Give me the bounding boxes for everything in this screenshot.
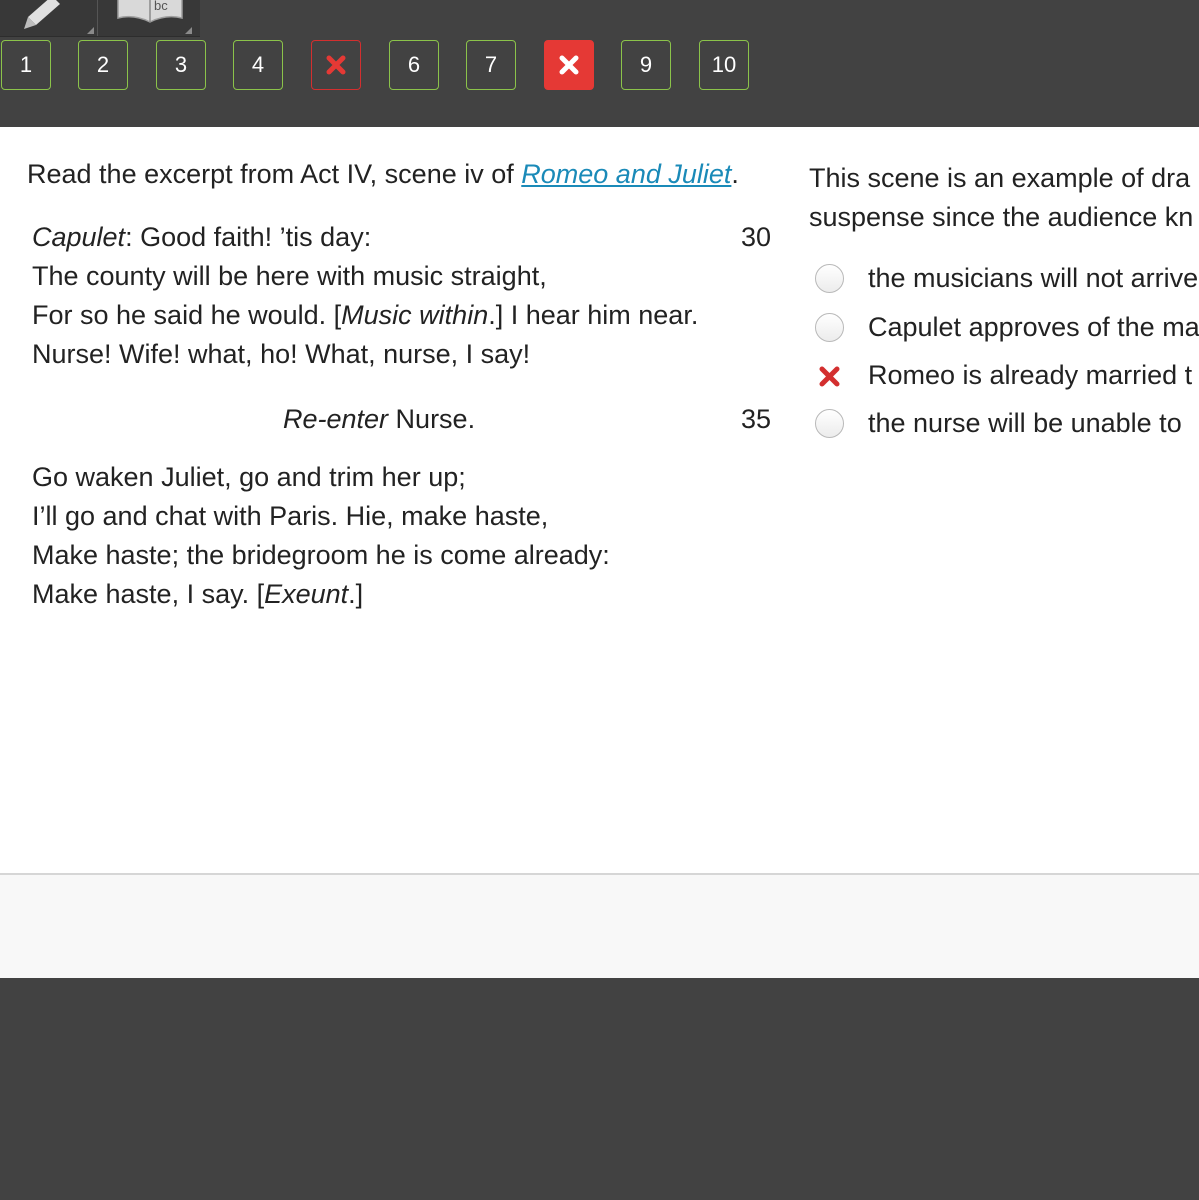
speaker-name: Capulet xyxy=(32,222,126,252)
passage-line: Make haste, I say. [Exeunt.] xyxy=(32,579,364,609)
passage-line: The county will be here with music strai… xyxy=(32,261,547,291)
line-number: 35 xyxy=(741,404,772,434)
passage-line: Make haste; the bridegroom he is come al… xyxy=(32,540,610,570)
question-1-button[interactable]: 1 xyxy=(1,40,51,90)
radio-button[interactable] xyxy=(815,313,844,342)
question-4-button[interactable]: 4 xyxy=(233,40,283,90)
question-8-button[interactable] xyxy=(544,40,594,90)
question-3-button[interactable]: 3 xyxy=(156,40,206,90)
passage-line: For so he said he would. [Music within.]… xyxy=(32,300,699,330)
stage-direction-line: Re-enter Nurse. xyxy=(283,404,476,434)
stage-direction: Exeunt xyxy=(264,579,349,609)
passage-line: Capulet: Good faith! ’tis day: xyxy=(32,222,372,252)
answer-option[interactable]: the nurse will be unable to xyxy=(815,405,1199,445)
line-number: 30 xyxy=(741,222,772,252)
passage-line: Go waken Juliet, go and trim her up; xyxy=(32,462,466,492)
question-panel: Read the excerpt from Act IV, scene iv o… xyxy=(0,127,1199,875)
option-text: Romeo is already married t xyxy=(868,360,1193,390)
tool-menu-indicator xyxy=(185,27,192,34)
pencil-icon xyxy=(24,0,60,29)
dictionary-book-icon: bc xyxy=(117,0,183,23)
question-line: This scene is an example of dra xyxy=(809,163,1191,193)
x-icon xyxy=(819,366,840,387)
question-2-button[interactable]: 2 xyxy=(78,40,128,90)
question-stem: This scene is an example of dra suspense… xyxy=(809,159,1199,237)
pencil-tool-button[interactable] xyxy=(0,0,96,36)
prompt-period: . xyxy=(731,159,739,189)
question-9-button[interactable]: 9 xyxy=(621,40,671,90)
x-icon xyxy=(559,55,579,75)
question-5-button[interactable] xyxy=(311,40,361,90)
option-text: the musicians will not arrive xyxy=(868,263,1199,293)
answer-option[interactable]: Capulet approves of the ma xyxy=(815,309,1199,349)
passage-prompt: Read the excerpt from Act IV, scene iv o… xyxy=(27,159,739,190)
question-7-button[interactable]: 7 xyxy=(466,40,516,90)
question-6-button[interactable]: 6 xyxy=(389,40,439,90)
passage-line: Nurse! Wife! what, ho! What, nurse, I sa… xyxy=(32,339,531,369)
question-line: suspense since the audience kn xyxy=(809,202,1194,232)
top-toolbar: bc 1 2 3 4 6 7 9 10 xyxy=(0,0,1199,127)
radio-button[interactable] xyxy=(815,264,844,293)
footer-strip xyxy=(0,875,1199,978)
x-icon xyxy=(326,55,346,75)
answer-option[interactable]: the musicians will not arrive xyxy=(815,260,1199,300)
stage-direction: Music within xyxy=(341,300,489,330)
tool-strip: bc xyxy=(0,0,200,37)
option-text: the nurse will be unable to xyxy=(868,408,1182,438)
prompt-text: Read the excerpt from Act IV, scene iv o… xyxy=(27,159,522,189)
tool-menu-indicator xyxy=(87,27,94,34)
title-link[interactable]: Romeo and Juliet xyxy=(521,159,731,189)
passage-line: I’ll go and chat with Paris. Hie, make h… xyxy=(32,501,549,531)
dictionary-tool-button[interactable]: bc xyxy=(98,0,194,36)
question-10-button[interactable]: 10 xyxy=(699,40,749,90)
svg-text:bc: bc xyxy=(154,0,168,13)
radio-button[interactable] xyxy=(815,409,844,438)
answer-option[interactable]: Romeo is already married t xyxy=(815,357,1199,397)
option-text: Capulet approves of the ma xyxy=(868,312,1199,342)
